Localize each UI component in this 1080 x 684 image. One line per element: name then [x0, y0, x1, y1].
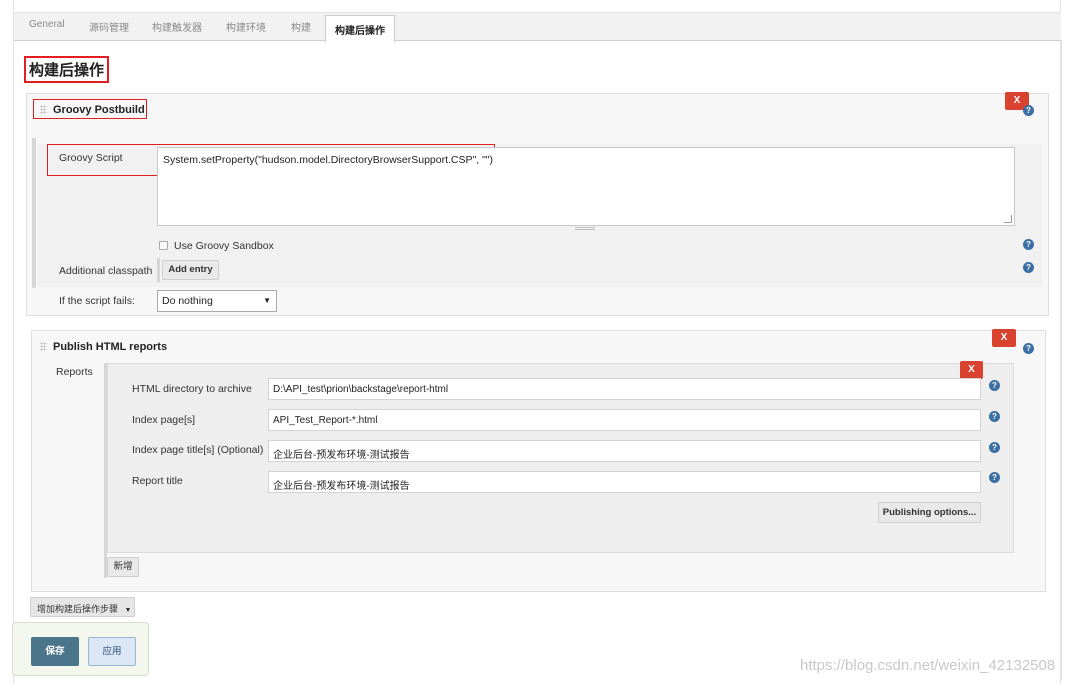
tab-build[interactable]: 构建 — [291, 19, 311, 34]
index-page-input[interactable]: API_Test_Report-*.html — [268, 409, 981, 431]
groovy-section-title-text: Groovy Postbuild — [53, 104, 145, 116]
report-title-input[interactable]: 企业后台-预发布环境-测试报告 — [268, 471, 981, 493]
help-icon[interactable]: ? — [1023, 239, 1034, 250]
tab-general[interactable]: General — [29, 19, 65, 30]
page-title: 构建后操作 — [24, 56, 110, 83]
config-frame: General 源码管理 构建触发器 构建环境 构建 构建后操作 构建后操作 G… — [13, 0, 1062, 684]
frame-divider — [1061, 40, 1062, 680]
classpath-bar — [157, 258, 160, 282]
tab-post-build[interactable]: 构建后操作 — [325, 15, 395, 43]
sandbox-checkbox[interactable] — [159, 241, 168, 250]
drag-handle-icon[interactable] — [40, 342, 47, 351]
tab-triggers[interactable]: 构建触发器 — [152, 19, 202, 34]
tab-bar: General 源码管理 构建触发器 构建环境 构建 构建后操作 — [14, 12, 1061, 43]
caret-down-icon: ▼ — [124, 607, 132, 614]
script-fails-select[interactable]: Do nothing ▼ — [157, 290, 277, 312]
add-post-build-step-button[interactable]: 增加构建后操作步骤 ▼ — [30, 597, 135, 617]
script-fails-value: Do nothing — [162, 295, 213, 307]
tab-scm[interactable]: 源码管理 — [89, 19, 129, 34]
tab-build-env[interactable]: 构建环境 — [226, 19, 266, 34]
watermark: https://blog.csdn.net/weixin_42132508 — [800, 657, 1056, 674]
index-page-label: Index page[s] — [132, 414, 196, 426]
index-title-input[interactable]: 企业后台-预发布环境-测试报告 — [268, 440, 981, 462]
help-icon[interactable]: ? — [1023, 262, 1034, 273]
save-button[interactable]: 保存 — [31, 637, 79, 666]
reports-label: Reports — [56, 366, 93, 378]
html-dir-label: HTML directory to archive — [132, 383, 252, 395]
classpath-label: Additional classpath — [59, 265, 153, 277]
script-fails-label: If the script fails: — [59, 295, 135, 307]
help-icon[interactable]: ? — [1023, 105, 1034, 116]
help-icon[interactable]: ? — [1023, 343, 1034, 354]
publishing-options-button[interactable]: Publishing options... — [878, 502, 981, 523]
add-step-label: 增加构建后操作步骤 — [37, 604, 119, 614]
help-icon[interactable]: ? — [989, 380, 1000, 391]
apply-button[interactable]: 应用 — [88, 637, 136, 666]
publish-html-section: Publish HTML reports X ? Reports X HTML … — [31, 329, 1046, 592]
groovy-script-textarea[interactable]: System.setProperty("hudson.model.Directo… — [157, 147, 1015, 226]
textarea-drag-handle[interactable] — [575, 227, 595, 230]
add-report-button[interactable]: 新增 — [107, 557, 139, 577]
add-entry-button[interactable]: Add entry — [162, 260, 219, 280]
section-indent-bar — [32, 138, 36, 288]
sandbox-label: Use Groovy Sandbox — [174, 240, 274, 252]
delete-report-button[interactable]: X — [960, 361, 983, 379]
save-apply-bar: 保存 应用 — [12, 622, 149, 676]
groovy-section-title: Groovy Postbuild — [40, 104, 145, 116]
delete-html-button[interactable]: X — [992, 329, 1016, 347]
groovy-script-label: Groovy Script — [59, 152, 123, 164]
report-entry: X HTML directory to archive D:\API_test\… — [107, 361, 1014, 553]
index-title-label: Index page title[s] (Optional) — [132, 444, 264, 456]
drag-handle-icon[interactable] — [40, 105, 47, 114]
resize-handle-icon[interactable] — [1004, 215, 1012, 223]
groovy-postbuild-section: Groovy Postbuild X ? Groovy Script Syste… — [26, 92, 1049, 316]
html-dir-input[interactable]: D:\API_test\prion\backstage\report-html — [268, 378, 981, 400]
help-icon[interactable]: ? — [989, 411, 1000, 422]
report-title-label: Report title — [132, 475, 183, 487]
dropdown-arrow-icon: ▼ — [263, 296, 271, 305]
help-icon[interactable]: ? — [989, 442, 1000, 453]
html-section-title: Publish HTML reports — [40, 341, 167, 353]
groovy-script-text: System.setProperty("hudson.model.Directo… — [163, 154, 494, 166]
html-section-title-text: Publish HTML reports — [53, 341, 168, 353]
help-icon[interactable]: ? — [989, 472, 1000, 483]
